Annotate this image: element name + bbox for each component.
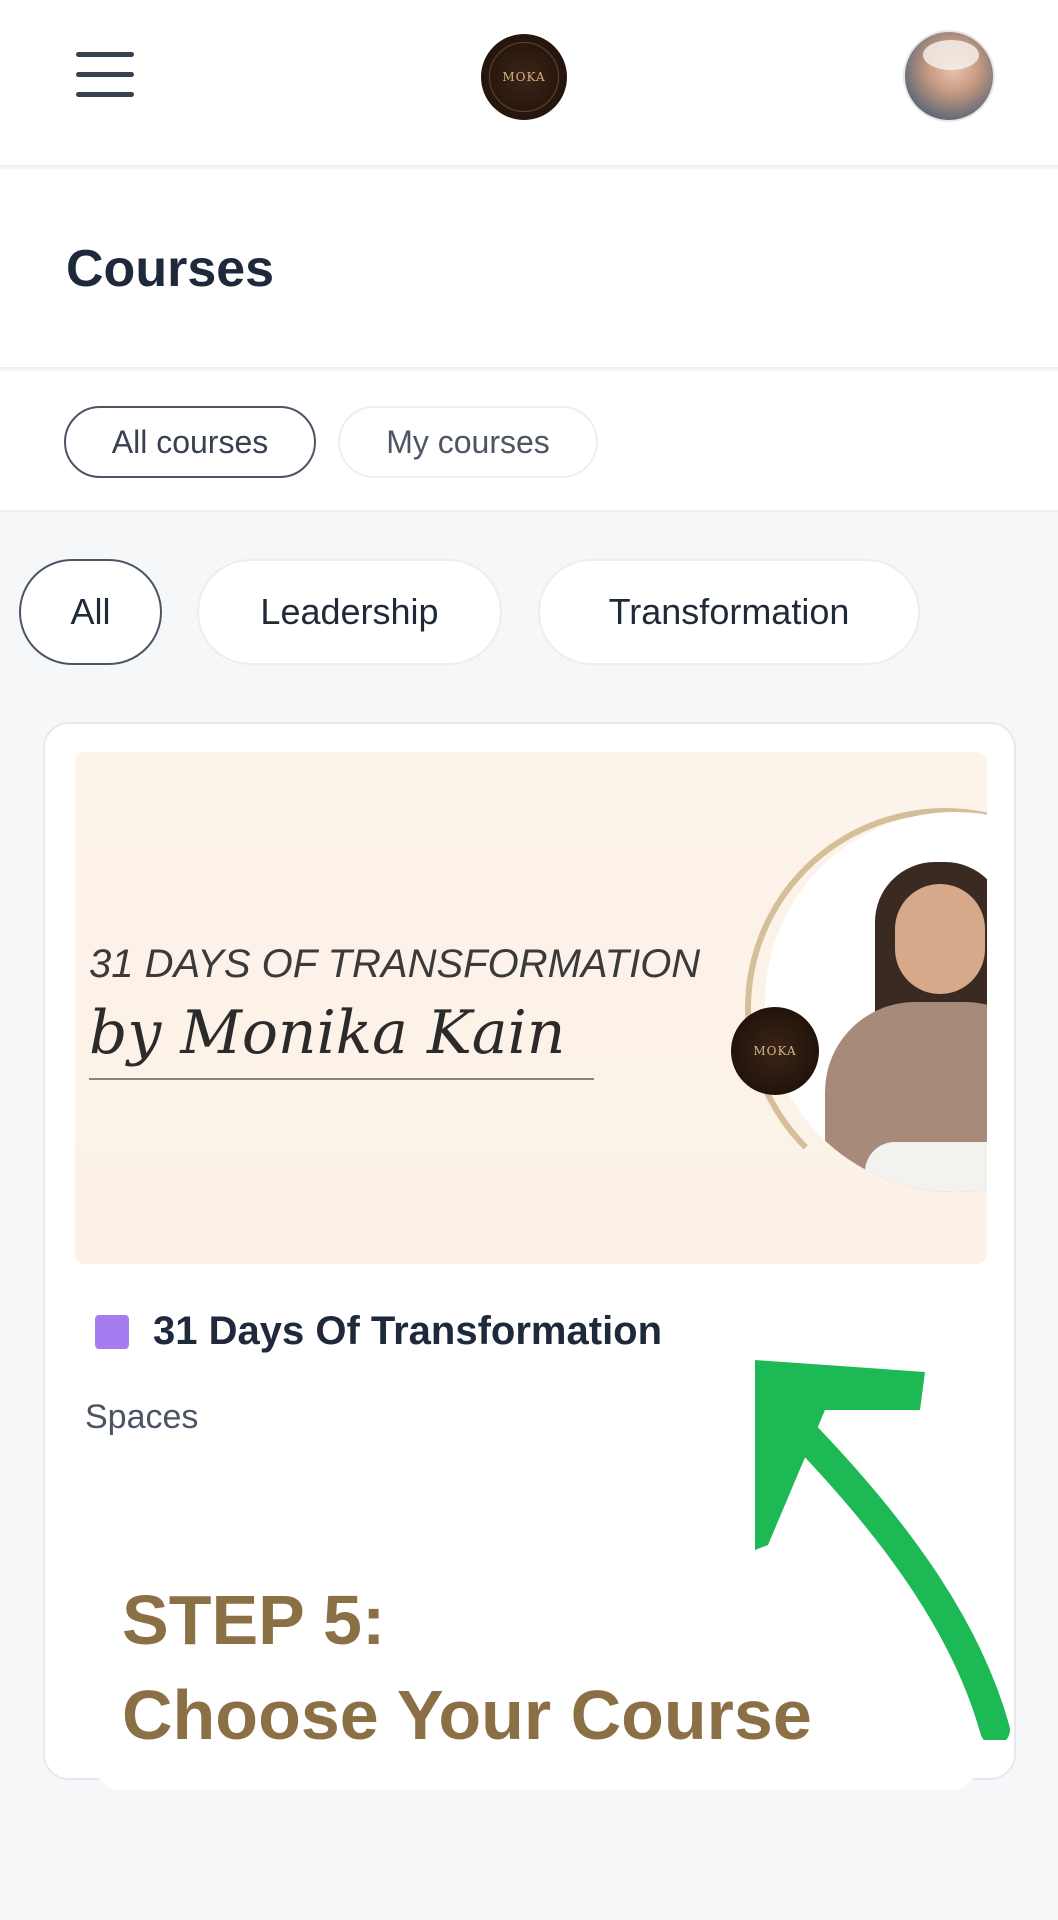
green-arrow-icon xyxy=(755,1360,1010,1740)
brand-logo-text: MOKA xyxy=(502,70,546,84)
top-bar: MOKA xyxy=(0,0,1058,167)
banner-logo: MOKA xyxy=(731,1007,819,1095)
course-title-row[interactable]: 31 Days Of Transformation xyxy=(95,1309,662,1354)
course-space-label: Spaces xyxy=(85,1398,199,1436)
course-tabs: All courses My courses xyxy=(0,371,1058,512)
course-color-tag xyxy=(95,1314,129,1349)
step-label: STEP 5: xyxy=(122,1581,386,1659)
page-title: Courses xyxy=(66,240,275,298)
banner-title: 31 DAYS OF TRANSFORMATION xyxy=(89,942,701,986)
banner-divider xyxy=(89,1078,594,1080)
title-section: Courses xyxy=(0,169,1058,369)
course-title[interactable]: 31 Days Of Transformation xyxy=(153,1309,662,1354)
category-filter-all[interactable]: All xyxy=(19,559,162,665)
hamburger-menu-icon[interactable] xyxy=(76,52,134,98)
step-instruction: Choose Your Course xyxy=(122,1676,812,1754)
course-banner-image[interactable]: 31 DAYS OF TRANSFORMATION by Monika Kain… xyxy=(75,752,987,1264)
category-filter-transformation[interactable]: Transformation xyxy=(538,559,920,665)
banner-subtitle: by Monika Kain xyxy=(89,998,566,1068)
tab-my-courses[interactable]: My courses xyxy=(338,406,598,478)
user-avatar[interactable] xyxy=(903,30,995,122)
banner-logo-text: MOKA xyxy=(753,1044,797,1058)
brand-logo[interactable]: MOKA xyxy=(481,34,567,120)
tab-all-courses[interactable]: All courses xyxy=(64,406,316,478)
category-filter-leadership[interactable]: Leadership xyxy=(197,559,502,665)
